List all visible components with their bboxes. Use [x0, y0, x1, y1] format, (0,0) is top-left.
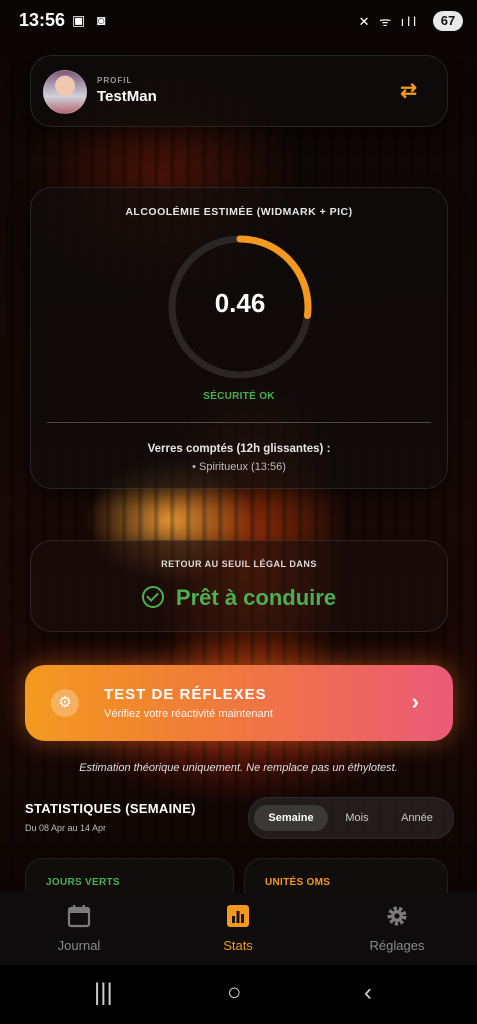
calendar-icon [66, 903, 92, 929]
ready-status: Prêt à conduire [31, 585, 447, 611]
disclaimer: Estimation théorique uniquement. Ne remp… [79, 762, 398, 774]
nav-settings[interactable]: Réglages [337, 903, 457, 953]
legal-title: RETOUR AU SEUIL LÉGAL DANS [161, 559, 317, 569]
bac-card: ALCOOLÉMIE ESTIMÉE (WIDMARK + PIC) 0.46 … [30, 187, 448, 489]
chart-icon [225, 903, 251, 929]
back-icon[interactable]: ‹ [364, 979, 372, 1007]
profile-label: PROFIL [97, 76, 133, 85]
nav-stats[interactable]: Stats [178, 903, 298, 953]
system-navigation-bar: ||| ○ ‹ [0, 965, 477, 1024]
safety-status: SÉCURITÉ OK [203, 391, 275, 402]
battery-badge: 67 [433, 11, 463, 31]
segment-mois[interactable]: Mois [331, 805, 383, 831]
home-icon[interactable]: ○ [227, 979, 242, 1007]
drink-item: • Spiritueux (13:56) [192, 461, 286, 473]
bac-gauge: 0.46 [165, 232, 315, 382]
reflex-title: TEST DE RÉFLEXES [104, 686, 267, 703]
bac-title: ALCOOLÉMIE ESTIMÉE (WIDMARK + PIC) [125, 206, 353, 218]
nav-journal[interactable]: Journal [19, 903, 139, 953]
green-days-title: JOURS VERTS [46, 877, 120, 888]
status-time: 13:56 [19, 10, 66, 30]
legal-threshold-card: RETOUR AU SEUIL LÉGAL DANS Prêt à condui… [30, 540, 448, 632]
status-bar: 13:56 ▣ ◙ ✕ ᯤ ıll 67 [0, 0, 477, 40]
chevron-right-icon: › [411, 689, 419, 714]
brain-head-icon: ⚙ [51, 689, 79, 717]
recent-apps-icon[interactable]: ||| [94, 979, 113, 1007]
notification-icons: ▣ ◙ [72, 12, 110, 28]
bac-value: 0.46 [214, 288, 266, 318]
segment-annee[interactable]: Année [387, 805, 447, 831]
nav-journal-label: Journal [57, 938, 101, 953]
bottom-navigation: Journal Stats Réglages [0, 893, 477, 965]
connectivity-icons: ✕ ᯤ ıll [358, 14, 419, 29]
segment-semaine[interactable]: Semaine [254, 805, 328, 831]
profile-name: TestMan [97, 88, 157, 105]
stats-title: STATISTIQUES (SEMAINE) [25, 801, 196, 816]
nav-stats-label: Stats [223, 938, 253, 953]
ready-label: Prêt à conduire [175, 585, 337, 610]
profile-card[interactable]: PROFIL TestMan ⇄ [30, 55, 448, 127]
check-circle-icon [141, 586, 164, 608]
gear-icon [384, 903, 410, 929]
nav-settings-label: Réglages [369, 938, 425, 953]
drinks-title: Verres comptés (12h glissantes) : [147, 443, 331, 455]
divider [47, 422, 431, 423]
reflex-subtitle: Vérifiez votre réactivité maintenant [104, 708, 273, 720]
stats-range: Du 08 Apr au 14 Apr [25, 823, 107, 833]
who-units-title: UNITÉS OMS [265, 877, 331, 888]
avatar [43, 70, 87, 114]
reflex-test-button[interactable]: ⚙ TEST DE RÉFLEXES Vérifiez votre réacti… [25, 665, 453, 741]
period-selector: Semaine Mois Année [248, 797, 454, 839]
swap-profile-icon[interactable]: ⇄ [400, 78, 417, 103]
